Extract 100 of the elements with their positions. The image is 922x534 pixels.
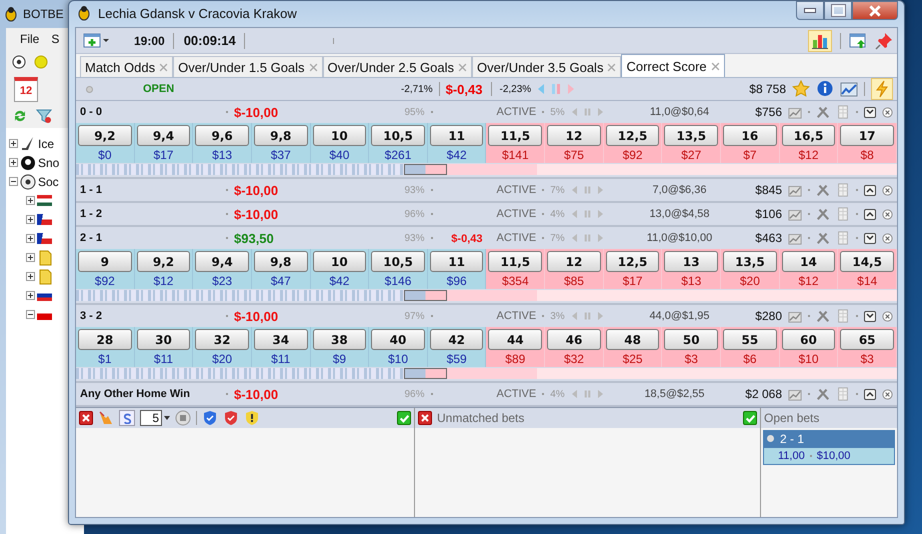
expand-button[interactable] <box>864 310 876 322</box>
expand-button[interactable] <box>864 184 876 196</box>
expander-icon[interactable] <box>26 234 35 243</box>
previous-icon[interactable] <box>570 233 578 243</box>
previous-icon[interactable] <box>570 107 578 117</box>
lay-odds-button[interactable]: 13,5 <box>664 125 718 146</box>
lay-odds-button[interactable]: 11,5 <box>488 125 542 146</box>
next-icon[interactable] <box>596 311 604 321</box>
tree-item[interactable]: Ice <box>38 136 54 150</box>
back-odds-button[interactable]: 28 <box>78 329 132 350</box>
lay-odds-button[interactable]: 50 <box>664 329 718 350</box>
market-tab[interactable]: Match Odds <box>80 56 174 77</box>
tree-item[interactable]: Sno <box>38 156 60 170</box>
chart-icon[interactable] <box>788 207 802 221</box>
next-icon[interactable] <box>596 209 604 219</box>
expander-icon[interactable] <box>26 272 35 281</box>
menu-item[interactable]: S <box>51 32 60 46</box>
chart-icon[interactable] <box>788 183 802 197</box>
bar-chart-button[interactable] <box>808 30 832 52</box>
back-odds-button[interactable]: 40 <box>371 329 425 350</box>
lay-odds-button[interactable]: 14 <box>782 251 836 272</box>
shield-icon[interactable] <box>202 410 218 426</box>
remove-icon[interactable] <box>882 208 893 220</box>
market-tab[interactable]: Over/Under 1.5 Goals <box>173 56 323 77</box>
remove-icon[interactable] <box>882 232 893 244</box>
star-icon[interactable] <box>792 80 810 98</box>
s-icon[interactable] <box>119 410 135 426</box>
back-odds-button[interactable]: 30 <box>136 329 190 350</box>
grid-icon[interactable] <box>836 387 850 401</box>
remove-icon[interactable] <box>882 310 893 322</box>
back-odds-button[interactable]: 42 <box>430 329 484 350</box>
next-icon[interactable] <box>596 389 604 399</box>
info-icon[interactable] <box>816 80 834 98</box>
next-icon[interactable] <box>596 107 604 117</box>
cancel-button[interactable] <box>418 411 432 425</box>
grid-icon[interactable] <box>836 309 850 323</box>
lay-odds-button[interactable]: 48 <box>606 329 660 350</box>
minimize-button[interactable] <box>796 1 824 20</box>
expander-icon[interactable] <box>9 139 18 148</box>
refresh-icon[interactable] <box>12 108 28 124</box>
back-odds-button[interactable]: 10 <box>312 251 366 272</box>
close-icon[interactable] <box>458 62 467 72</box>
pause-icon[interactable] <box>584 185 591 195</box>
back-odds-button[interactable]: 9,6 <box>195 125 249 146</box>
expander-icon[interactable] <box>26 291 35 300</box>
expand-button[interactable] <box>864 232 876 244</box>
back-odds-button[interactable]: 9,4 <box>136 125 190 146</box>
pause-icon[interactable] <box>551 83 562 95</box>
stop-icon[interactable] <box>175 410 191 426</box>
chart-icon[interactable] <box>788 309 802 323</box>
tree-item[interactable]: Soc <box>38 174 59 188</box>
lay-odds-button[interactable]: 14,5 <box>840 251 894 272</box>
expander-icon[interactable] <box>26 215 35 224</box>
menu-item[interactable]: File <box>20 32 40 46</box>
close-icon[interactable] <box>710 62 720 70</box>
lay-odds-button[interactable]: 46 <box>547 329 601 350</box>
lay-odds-button[interactable]: 12,5 <box>606 251 660 272</box>
expander-icon[interactable] <box>9 177 18 186</box>
lay-odds-button[interactable]: 60 <box>782 329 836 350</box>
lay-odds-button[interactable]: 12 <box>547 125 601 146</box>
back-odds-button[interactable]: 9,2 <box>136 251 190 272</box>
lay-odds-button[interactable]: 65 <box>840 329 894 350</box>
back-odds-button[interactable]: 10,5 <box>371 251 425 272</box>
back-odds-button[interactable]: 38 <box>312 329 366 350</box>
back-odds-button[interactable]: 9,4 <box>195 251 249 272</box>
back-odds-button[interactable]: 9 <box>78 251 132 272</box>
lay-odds-button[interactable]: 13,5 <box>723 251 777 272</box>
previous-icon[interactable] <box>570 185 578 195</box>
caret-icon[interactable] <box>164 416 170 420</box>
close-button[interactable] <box>852 1 898 20</box>
lay-odds-button[interactable]: 17 <box>840 125 894 146</box>
remove-icon[interactable] <box>882 106 893 118</box>
lightning-button[interactable] <box>871 78 893 100</box>
confirm-button[interactable] <box>397 411 411 425</box>
market-tab[interactable]: Over/Under 3.5 Goals <box>472 56 622 77</box>
remove-icon[interactable] <box>882 184 893 196</box>
back-odds-button[interactable]: 9,8 <box>254 251 308 272</box>
expand-button[interactable] <box>864 388 876 400</box>
line-chart-icon[interactable] <box>840 80 858 98</box>
previous-icon[interactable] <box>570 389 578 399</box>
previous-icon[interactable] <box>570 311 578 321</box>
market-tab[interactable]: Over/Under 2.5 Goals <box>322 56 472 77</box>
lay-odds-button[interactable]: 12,5 <box>606 125 660 146</box>
chart-icon[interactable] <box>788 105 802 119</box>
shield-icon[interactable] <box>244 410 260 426</box>
back-odds-button[interactable]: 34 <box>254 329 308 350</box>
pause-icon[interactable] <box>584 311 591 321</box>
expander-icon[interactable] <box>26 310 35 319</box>
lay-odds-button[interactable]: 55 <box>723 329 777 350</box>
calendar-icon[interactable]: 12 <box>14 76 38 102</box>
back-odds-button[interactable]: 32 <box>195 329 249 350</box>
open-bet-group[interactable]: 2 - 1 <box>763 430 895 447</box>
confirm-button[interactable] <box>743 411 757 425</box>
chart-icon[interactable] <box>788 231 802 245</box>
back-odds-button[interactable]: 10,5 <box>371 125 425 146</box>
maximize-button[interactable] <box>824 1 852 20</box>
previous-icon[interactable] <box>537 83 546 95</box>
window-upload-icon[interactable] <box>849 32 867 50</box>
expander-icon[interactable] <box>26 196 35 205</box>
pause-icon[interactable] <box>584 233 591 243</box>
